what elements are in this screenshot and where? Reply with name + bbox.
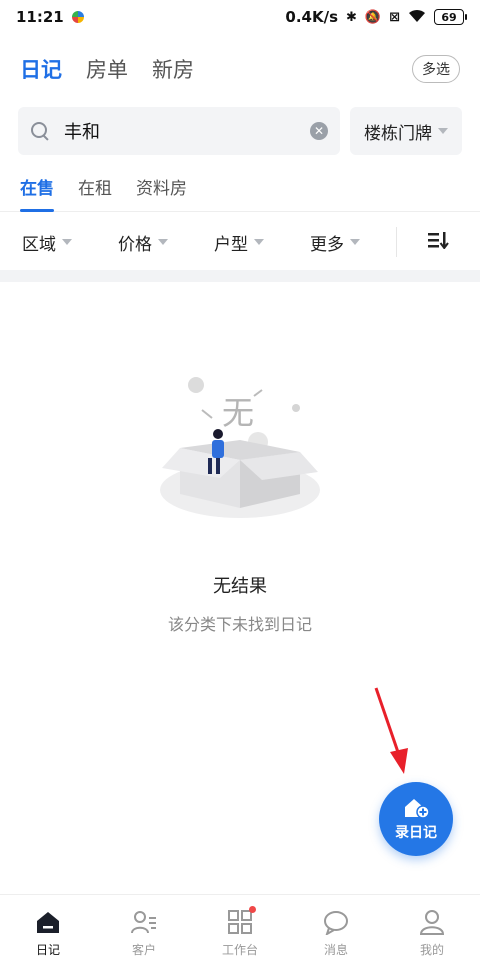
tab-for-rent[interactable]: 在租: [78, 166, 112, 212]
profile-icon: [419, 910, 445, 935]
filter-layout-label: 户型: [214, 234, 248, 255]
fab-label: 录日记: [395, 824, 437, 841]
status-bar: 11:21 0.4K/s ✱ 🔕 ⊠ 69: [0, 0, 480, 34]
diary-icon: [37, 912, 59, 933]
tab-archive-homes[interactable]: 资料房: [136, 166, 187, 212]
filter-more[interactable]: 更多: [310, 230, 406, 255]
chevron-down-icon: [158, 239, 168, 245]
search-row: 丰和 ✕ 楼栋门牌: [18, 107, 462, 155]
workbench-icon: [227, 906, 256, 935]
app-notification-icon: [71, 11, 84, 23]
bottom-nav-label: 消息: [323, 943, 348, 957]
status-time: 11:21: [16, 8, 64, 26]
filter-price[interactable]: 价格: [118, 230, 214, 255]
customer-icon: [131, 911, 156, 934]
chevron-down-icon: [62, 239, 72, 245]
sort-button[interactable]: [428, 230, 450, 254]
chevron-down-icon: [254, 239, 264, 245]
bluetooth-icon: ✱: [346, 9, 357, 25]
empty-box-illustration: 无: [150, 368, 330, 528]
notification-badge: [249, 906, 256, 913]
building-filter-label: 楼栋门牌: [364, 123, 432, 144]
top-nav: 日记 房单 新房 多选: [0, 44, 480, 94]
bottom-nav-customers[interactable]: 客户: [96, 895, 192, 960]
tab-new-homes[interactable]: 新房: [152, 54, 194, 84]
bottom-nav-diary[interactable]: 日记: [0, 895, 96, 960]
filter-bar: 区域 价格 户型 更多: [0, 214, 480, 270]
status-right: 0.4K/s ✱ 🔕 ⊠ 69: [285, 8, 467, 26]
filter-divider: [396, 227, 397, 257]
bottom-nav-workbench[interactable]: 工作台: [192, 895, 288, 960]
empty-subtitle: 该分类下未找到日记: [167, 615, 312, 634]
house-plus-icon: [405, 798, 429, 819]
network-speed: 0.4K/s: [285, 8, 338, 26]
message-icon: [324, 911, 348, 935]
multi-select-button[interactable]: 多选: [412, 55, 460, 83]
filter-layout[interactable]: 户型: [214, 230, 310, 255]
status-left: 11:21: [16, 8, 84, 26]
sort-icon: [428, 232, 449, 250]
filter-price-label: 价格: [118, 234, 152, 255]
record-diary-button[interactable]: 录日记: [379, 782, 453, 856]
battery-icon: 69: [434, 9, 467, 25]
bottom-nav-label: 日记: [35, 943, 60, 957]
search-icon: [30, 121, 50, 141]
empty-illustration-text: 无: [222, 394, 255, 432]
no-sim-icon: ⊠: [389, 9, 400, 25]
tab-listings[interactable]: 房单: [86, 54, 128, 84]
bottom-nav: 日记 客户 工作台 消息 我的: [0, 894, 480, 960]
building-filter-select[interactable]: 楼栋门牌: [350, 107, 462, 155]
sub-tabs: 在售 在租 资料房: [0, 166, 480, 212]
section-divider: [0, 270, 480, 282]
filter-area-label: 区域: [22, 234, 56, 255]
chevron-down-icon: [438, 128, 448, 134]
chevron-down-icon: [350, 239, 360, 245]
wifi-icon: [408, 9, 426, 26]
search-value: 丰和: [64, 122, 100, 143]
bottom-nav-profile[interactable]: 我的: [384, 895, 480, 960]
filter-area[interactable]: 区域: [22, 230, 118, 255]
tab-diary[interactable]: 日记: [20, 54, 62, 84]
filter-more-label: 更多: [310, 234, 344, 255]
mute-bell-icon: 🔕: [364, 9, 382, 25]
tab-for-sale[interactable]: 在售: [20, 166, 54, 212]
empty-title: 无结果: [213, 576, 267, 597]
annotation-arrow-icon: [374, 687, 408, 774]
bottom-nav-label: 我的: [419, 943, 444, 957]
bottom-nav-label: 工作台: [221, 943, 258, 957]
bottom-nav-label: 客户: [131, 943, 156, 957]
clear-icon[interactable]: ✕: [310, 122, 328, 140]
search-input[interactable]: 丰和 ✕: [18, 107, 340, 155]
bottom-nav-messages[interactable]: 消息: [288, 895, 384, 960]
